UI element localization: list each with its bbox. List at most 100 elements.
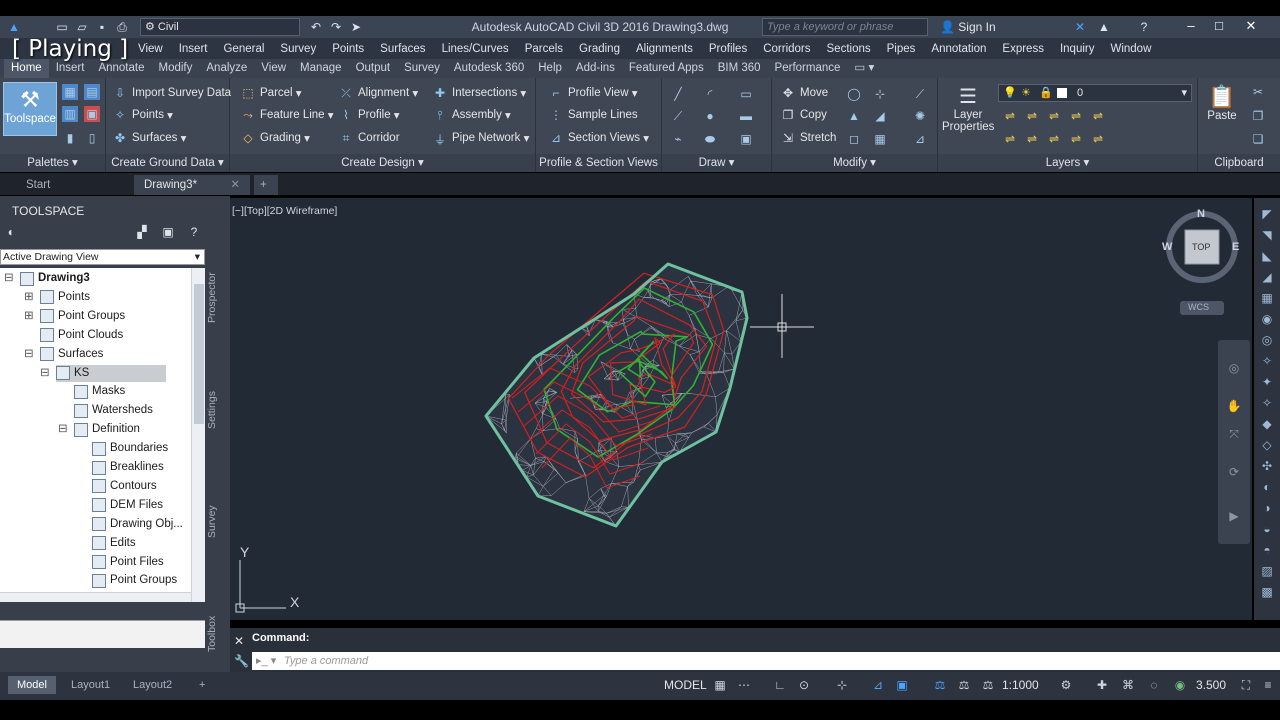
layer-properties-button[interactable]: ☰ Layer Properties: [942, 84, 994, 133]
fillet-icon[interactable]: ◢: [872, 108, 888, 124]
menu-item-inquiry[interactable]: Inquiry: [1052, 43, 1103, 55]
right-tool-14-icon[interactable]: ◐: [1259, 479, 1275, 495]
layer-tool-6-icon[interactable]: ⇌: [1002, 131, 1018, 147]
toolspace-menu-icon[interactable]: ◖: [2, 224, 18, 240]
maximize-button[interactable]: □: [1206, 16, 1232, 38]
create-design-title[interactable]: Create Design ▾: [230, 154, 535, 172]
surface-ks[interactable]: [484, 262, 749, 528]
feature-line-button[interactable]: ⤳ Feature Line ▾: [240, 108, 333, 122]
autoscale-icon[interactable]: ⚖: [956, 677, 972, 693]
tree-item-points[interactable]: Points: [40, 289, 90, 306]
zoom-extents-icon[interactable]: ⤧: [1226, 426, 1242, 442]
tree-item-definition[interactable]: Definition: [74, 421, 140, 438]
draw-title[interactable]: Draw ▾: [662, 154, 771, 172]
assembly-button[interactable]: ⫯ Assembly ▾: [432, 108, 510, 122]
scale-icon[interactable]: ◻: [846, 131, 862, 147]
tree-item-ks[interactable]: KS: [56, 364, 166, 382]
steering-wheel-icon[interactable]: ◎: [1226, 360, 1242, 376]
menu-item-sections[interactable]: Sections: [819, 43, 879, 55]
add-icon[interactable]: ✚: [1094, 677, 1110, 693]
menu-item-general[interactable]: General: [215, 43, 272, 55]
layout-tab-layout2[interactable]: Layout2: [124, 676, 181, 694]
tool-palette-icon[interactable]: ▥: [62, 106, 78, 122]
pipe-network-button[interactable]: ⏚ Pipe Network ▾: [432, 131, 529, 147]
ribbon-tab-help[interactable]: Help: [531, 59, 569, 78]
viewcube-n-label[interactable]: N: [1197, 208, 1205, 220]
current-layer-dropdown[interactable]: 💡 ☀ 🔒 0 ▾: [998, 84, 1192, 102]
close-button[interactable]: ✕: [1238, 16, 1264, 38]
profile-button[interactable]: ⌇ Profile ▾: [338, 108, 400, 122]
right-tool-4-icon[interactable]: ◢: [1259, 269, 1275, 285]
points-button[interactable]: ✧ Points ▾: [112, 108, 173, 122]
tree-item-contours[interactable]: Contours: [92, 478, 157, 495]
command-close-icon[interactable]: ✕: [234, 634, 244, 648]
right-tool-9-icon[interactable]: ✦: [1259, 374, 1275, 390]
annotation-visibility-icon[interactable]: ⚖: [932, 677, 948, 693]
offset-icon[interactable]: ⟋: [912, 86, 928, 102]
menu-item-view[interactable]: View: [130, 43, 171, 55]
customize-icon[interactable]: ≡: [1260, 677, 1276, 693]
match-icon[interactable]: ⊿: [912, 131, 928, 147]
showmotion-icon[interactable]: ▶: [1226, 508, 1242, 524]
properties-icon[interactable]: ▤: [84, 84, 100, 100]
layout-tab-layout1[interactable]: Layout1: [62, 676, 119, 694]
layer-tool-8-icon[interactable]: ⇌: [1046, 131, 1062, 147]
tree-item-point-groups[interactable]: Point Groups: [40, 308, 125, 325]
viewcube-top-label[interactable]: TOP: [1192, 242, 1210, 252]
import-survey-data-button[interactable]: ⇩ Import Survey Data: [112, 86, 231, 100]
right-tool-11-icon[interactable]: ◆: [1259, 416, 1275, 432]
hatch-icon[interactable]: ▬: [738, 108, 754, 124]
layer-tool-9-icon[interactable]: ⇌: [1068, 131, 1084, 147]
toolspace-tab-survey[interactable]: Survey: [206, 472, 226, 572]
right-tool-2-icon[interactable]: ◥: [1259, 227, 1275, 243]
ribbon-tab-manage[interactable]: Manage: [293, 59, 349, 78]
viewcube-w-label[interactable]: W: [1162, 241, 1172, 253]
tree-item-boundaries[interactable]: Boundaries: [92, 440, 168, 457]
block-icon[interactable]: ▣: [738, 131, 754, 147]
menu-item-parcels[interactable]: Parcels: [517, 43, 571, 55]
menu-item-insert[interactable]: Insert: [171, 43, 216, 55]
toolspace-tool-2-icon[interactable]: ▣: [160, 224, 176, 240]
save-icon[interactable]: ▪: [94, 19, 110, 35]
osnap-icon[interactable]: ⊹: [834, 677, 850, 693]
orbit-icon[interactable]: ⟳: [1226, 464, 1242, 480]
tree-expand-toggle[interactable]: ⊟: [24, 346, 34, 363]
command-input[interactable]: ▸_ ▾ Type a command: [252, 652, 1280, 670]
ribbon-tab-add-ins[interactable]: Add-ins: [569, 59, 622, 78]
tree-scrollbar[interactable]: [191, 268, 205, 602]
new-layout-button[interactable]: +: [190, 676, 214, 694]
right-tool-13-icon[interactable]: ✣: [1259, 458, 1275, 474]
wcs-label[interactable]: WCS: [1188, 302, 1209, 312]
tree-item-point-groups[interactable]: Point Groups: [92, 572, 177, 589]
command-customize-icon[interactable]: 🔧: [234, 654, 249, 668]
tree-item-masks[interactable]: Masks: [74, 383, 125, 400]
grading-button[interactable]: ◇ Grading ▾: [240, 131, 310, 145]
right-tool-10-icon[interactable]: ✧: [1259, 395, 1275, 411]
right-tool-3-icon[interactable]: ◣: [1259, 248, 1275, 264]
surfaces-button[interactable]: ✤ Surfaces ▾: [112, 131, 186, 145]
stretch-button[interactable]: ⇲ Stretch: [780, 131, 836, 145]
polar-icon[interactable]: ⊙: [796, 677, 812, 693]
polyline-icon[interactable]: ⟋: [670, 108, 686, 124]
toolspace-tab-toolbox[interactable]: Toolbox: [206, 584, 226, 684]
ribbon-tab-view[interactable]: View: [254, 59, 293, 78]
drawing-view-select[interactable]: Active Drawing View ▾: [0, 249, 205, 265]
redo-icon[interactable]: ↷: [328, 19, 344, 35]
tree-scrollbar-thumb[interactable]: [194, 284, 204, 424]
drawing-viewport[interactable]: [−][Top][2D Wireframe] Y X TOP N W E WCS…: [230, 198, 1252, 620]
corridor-button[interactable]: ⌗ Corridor: [338, 131, 400, 145]
sample-lines-button[interactable]: ⋮ Sample Lines: [548, 108, 638, 122]
print-icon[interactable]: ⎙: [114, 19, 130, 35]
menu-item-pipes[interactable]: Pipes: [879, 43, 924, 55]
explode-icon[interactable]: ✺: [912, 108, 928, 124]
right-tool-6-icon[interactable]: ◉: [1259, 311, 1275, 327]
snap-icon[interactable]: ⋯: [736, 677, 752, 693]
ribbon-tab-modify[interactable]: Modify: [152, 59, 200, 78]
tree-expand-toggle[interactable]: ⊟: [58, 421, 68, 438]
intersections-button[interactable]: ✚ Intersections ▾: [432, 86, 526, 100]
grid-icon[interactable]: ▦: [712, 677, 728, 693]
trim-icon[interactable]: ⊹: [872, 86, 888, 102]
tree-expand-toggle[interactable]: ⊟: [40, 365, 50, 382]
panorama-icon[interactable]: ▣: [84, 106, 100, 122]
tree-item-point-files[interactable]: Point Files: [92, 554, 164, 571]
